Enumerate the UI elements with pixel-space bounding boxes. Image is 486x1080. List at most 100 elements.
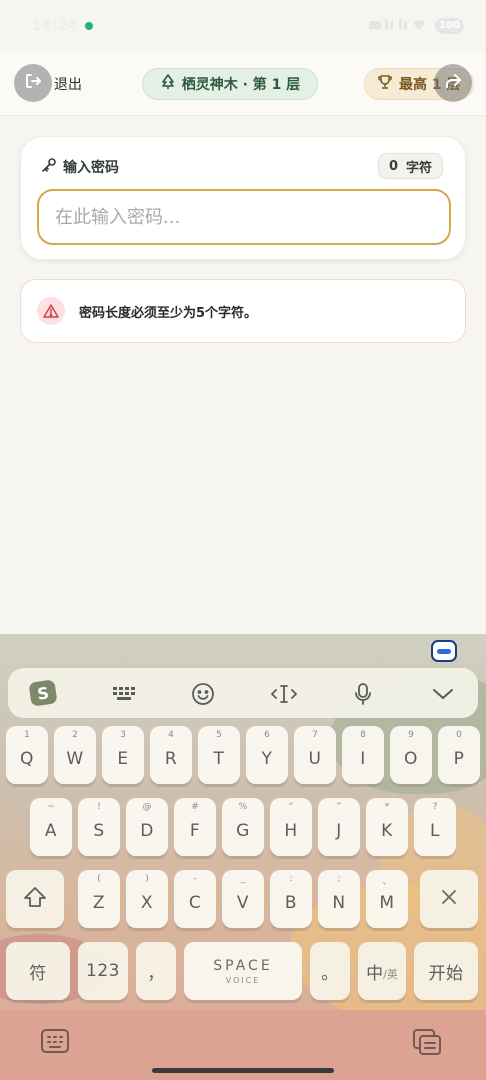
status-time: 14:24 (32, 18, 77, 34)
tree-icon (160, 74, 176, 94)
period-key[interactable]: 。 (310, 942, 350, 1000)
key-label: P (453, 749, 465, 769)
cursor-move-icon[interactable] (270, 680, 298, 708)
key-n[interactable]: ; N (318, 870, 360, 928)
battery-indicator: 100 (435, 18, 464, 34)
key-sub: 3 (120, 730, 126, 740)
delete-icon (439, 887, 459, 912)
key-sub: ” (336, 802, 342, 812)
top-nav: 退出 栖灵神木 · 第 1 层 最高 1 层 (0, 52, 486, 116)
key-c[interactable]: -C (174, 870, 216, 928)
key-label: M (379, 893, 395, 913)
key-u[interactable]: 7U (294, 726, 336, 784)
key-q[interactable]: 1Q (6, 726, 48, 784)
comma-key[interactable]: ， (136, 942, 176, 1000)
key-l[interactable]: ? L (414, 798, 456, 856)
number-key[interactable]: 123 (78, 942, 128, 1000)
key-sub: ? (432, 802, 438, 812)
key-label: Q (20, 749, 34, 769)
password-input[interactable] (37, 189, 451, 245)
key-label: K (381, 821, 393, 841)
space-key-sublabel: VOICE (225, 975, 261, 985)
key-j[interactable]: ” J (318, 798, 360, 856)
key-label: H (284, 821, 298, 841)
shift-key[interactable] (6, 870, 64, 928)
number-key-label: 123 (86, 961, 120, 981)
key-label: G (236, 821, 250, 841)
symbol-key[interactable]: 符 (6, 942, 70, 1000)
system-nav-bar (0, 1010, 486, 1080)
key-y[interactable]: 6Y (246, 726, 288, 784)
exit-button[interactable] (14, 64, 52, 102)
key-sub: ~ (47, 802, 55, 812)
language-key-label: 中 (366, 963, 384, 984)
level-label: 栖灵神木 · 第 1 层 (181, 77, 301, 93)
key-sub: ( (97, 874, 101, 884)
key-label: N (332, 893, 346, 913)
exit-label[interactable]: 退出 (54, 74, 82, 94)
microphone-icon[interactable] (349, 680, 377, 708)
key-sub: 8 (360, 730, 366, 740)
key-sub: : (289, 874, 293, 884)
key-i[interactable]: 8I (342, 726, 384, 784)
key-label: F (189, 821, 201, 841)
key-a[interactable]: ~ A (30, 798, 72, 856)
key-sub: 4 (168, 730, 174, 740)
key-x[interactable]: ) X (126, 870, 168, 928)
clipboard-icon[interactable] (412, 1028, 442, 1060)
status-right: 100 (369, 17, 464, 35)
key-m[interactable]: 、 M (366, 870, 408, 928)
key-sub: _ (240, 874, 246, 884)
key-label: J (336, 821, 342, 841)
keyboard-layout-icon[interactable] (110, 680, 138, 708)
key-w[interactable]: 2W (54, 726, 96, 784)
ai-assistant-icon[interactable] (431, 640, 457, 662)
key-z[interactable]: (Z (78, 870, 120, 928)
key-sub: ) (145, 874, 149, 884)
char-count-value: 0 (388, 158, 398, 174)
key-sub: ; (337, 874, 341, 884)
backspace-key[interactable] (420, 870, 478, 928)
key-k[interactable]: * K (366, 798, 408, 856)
warning-icon (37, 297, 65, 325)
key-g[interactable]: % G (222, 798, 264, 856)
key-e[interactable]: 3E (102, 726, 144, 784)
password-title-label: 输入密码 (63, 160, 119, 176)
error-message-card: 密码长度必须至少为5个字符。 (20, 279, 466, 343)
key-label: E (117, 749, 129, 769)
key-d[interactable]: @ D (126, 798, 168, 856)
start-key[interactable]: 开始 (414, 942, 478, 1000)
language-switch-key[interactable]: 中/英 (358, 942, 406, 1000)
key-t[interactable]: 5T (198, 726, 240, 784)
emoji-icon[interactable] (189, 680, 217, 708)
key-f[interactable]: # F (174, 798, 216, 856)
key-sub: 6 (264, 730, 270, 740)
key-label: L (430, 821, 440, 841)
key-h[interactable]: “H (270, 798, 312, 856)
collapse-keyboard-icon[interactable] (429, 680, 457, 708)
keyboard-switch-icon[interactable] (40, 1028, 70, 1058)
key-b[interactable]: :B (270, 870, 312, 928)
key-label: B (284, 893, 298, 913)
error-message-text: 密码长度必须至少为5个字符。 (79, 305, 258, 321)
key-label: R (164, 749, 178, 769)
ime-logo-icon[interactable]: S (28, 679, 58, 707)
key-label: V (236, 893, 250, 913)
key-sub: - (193, 874, 197, 884)
space-key[interactable]: SPACE VOICE (184, 942, 302, 1000)
space-key-label: SPACE (213, 957, 273, 974)
password-card: 输入密码 0 字符 (20, 136, 466, 260)
period-key-label: 。 (321, 963, 339, 984)
symbol-key-label: 符 (29, 963, 47, 984)
key-sub: 7 (312, 730, 318, 740)
status-left: 14:24 (32, 18, 93, 34)
key-v[interactable]: _ V (222, 870, 264, 928)
home-indicator[interactable] (152, 1068, 334, 1073)
key-r[interactable]: 4R (150, 726, 192, 784)
key-sub: 5 (216, 730, 222, 740)
key-o[interactable]: 9O (390, 726, 432, 784)
key-s[interactable]: ! S (78, 798, 120, 856)
key-p[interactable]: 0P (438, 726, 480, 784)
share-icon (443, 71, 463, 95)
share-button[interactable] (434, 64, 472, 102)
